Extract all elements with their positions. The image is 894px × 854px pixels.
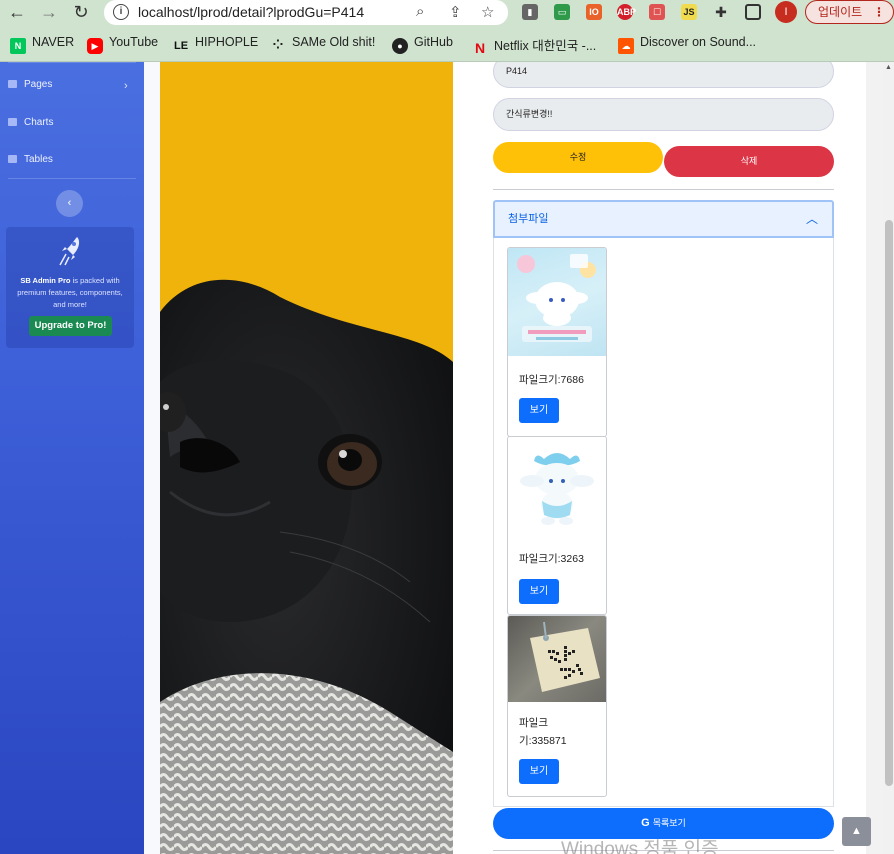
back-arrow-icon[interactable]: ← (6, 2, 28, 24)
bookmark-same-old[interactable]: ⁘ SAMe Old shit! (270, 35, 376, 53)
zoom-icon[interactable]: ⌕ (416, 3, 424, 20)
adblock-plus-icon[interactable]: ABP (617, 4, 636, 20)
youtube-icon: ▶ (87, 38, 103, 54)
table-icon (8, 155, 17, 163)
cinnamoroll-book-image (517, 254, 596, 342)
note-paper-thumbnail (508, 616, 606, 702)
bookmarks-bar: N NAVER ▶ YouTube LE HIPHOPLE ⁘ SAMe Old shi… (0, 26, 894, 62)
folder-icon (8, 80, 17, 88)
note-paper-image (530, 621, 600, 692)
sidebar-promo-card: SB Admin Pro is packed with premium feat… (6, 227, 134, 348)
file-card: 파일크기:7686 보기 (507, 247, 607, 437)
google-icon: G (641, 817, 650, 829)
pug-image (160, 62, 453, 854)
scrollbar[interactable]: ▲ (883, 62, 894, 854)
file-card: 파일크기:335871 보기 (507, 615, 607, 797)
puzzle-icon[interactable]: ✚ (713, 4, 729, 20)
promo-text: SB Admin Pro is packed with premium feat… (17, 276, 123, 309)
hiphople-icon: LE (173, 40, 189, 52)
sidebar-divider (8, 178, 136, 179)
extension-2-icon[interactable]: ▭ (554, 4, 570, 20)
file-size-label: 파일크기:3263 (519, 553, 584, 565)
attachments-title: 첨부파일 (508, 213, 549, 225)
reload-icon[interactable]: ↻ (70, 2, 92, 24)
cinnamoroll-plush-image (520, 453, 594, 525)
product-name-field[interactable]: 간식류변경!! (493, 98, 834, 131)
view-file-button[interactable]: 보기 (519, 579, 559, 604)
side-panel-icon[interactable] (745, 4, 761, 20)
sidebar-item-tables[interactable]: Tables (8, 154, 53, 165)
github-icon: ● (392, 38, 408, 54)
view-file-button[interactable]: 보기 (519, 398, 559, 423)
same-old-icon: ⁘ (272, 37, 284, 52)
address-bar[interactable]: i localhost/lprod/detail?lprodGu=P414 ⌕ … (104, 0, 508, 25)
delete-button[interactable]: 삭제 (664, 146, 834, 177)
js-extension-icon[interactable]: JS (681, 4, 697, 20)
scroll-up-arrow-icon[interactable]: ▲ (885, 64, 892, 71)
bookmark-star-icon[interactable]: ☆ (481, 3, 494, 21)
extension-1-icon[interactable]: ▮ (522, 4, 538, 20)
bookmark-youtube[interactable]: ▶ YouTube (87, 35, 158, 54)
naver-icon: N (10, 38, 26, 54)
chart-area-icon (8, 118, 17, 126)
file-size-label: 파일크기:335871 (519, 717, 567, 747)
extension-5-icon[interactable]: ☐ (649, 4, 665, 20)
pug-illustration (160, 279, 453, 854)
soundcloud-icon: ☁ (618, 38, 634, 54)
update-label: 업데이트 (818, 5, 863, 19)
divider (493, 189, 834, 190)
chevron-up-icon[interactable]: ︿ (806, 202, 818, 236)
file-card: 파일크기:3263 보기 (507, 436, 607, 615)
share-icon[interactable]: ⇪ (449, 3, 462, 21)
netflix-icon: N (474, 40, 486, 56)
file-size-label: 파일크기:7686 (519, 374, 584, 386)
site-info-icon[interactable]: i (113, 4, 129, 20)
view-file-button[interactable]: 보기 (519, 759, 559, 784)
sidebar-item-pages[interactable]: Pages (8, 79, 52, 90)
update-button[interactable]: 업데이트 ⋮ (805, 0, 894, 24)
bookmark-soundcloud[interactable]: ☁ Discover on Sound... (618, 35, 756, 54)
sidebar-item-charts[interactable]: Charts (8, 117, 53, 128)
url-text[interactable]: localhost/lprod/detail?lprodGu=P414 (138, 4, 364, 20)
attachments-accordion-header[interactable]: 첨부파일 ︿ (493, 200, 834, 238)
page-viewport: Pages › Charts Tables ‹ SB Admin Pro is … (0, 62, 894, 854)
sidebar-toggle-button[interactable]: ‹ (56, 190, 83, 217)
sidebar: Pages › Charts Tables ‹ SB Admin Pro is … (0, 62, 144, 854)
profile-avatar[interactable]: I (775, 1, 797, 23)
sidebar-divider (8, 62, 136, 63)
rocket-icon (59, 237, 80, 266)
browser-toolbar: ← → ↻ i localhost/lprod/detail?lprodGu=P… (0, 0, 894, 26)
cinnamoroll-plush-thumbnail (508, 437, 606, 535)
bookmark-naver[interactable]: N NAVER (10, 35, 74, 54)
scroll-to-top-button[interactable]: ▲ (842, 817, 871, 846)
menu-dots-icon[interactable]: ⋮ (873, 1, 885, 23)
windows-activation-watermark: Windows 정품 인증 (561, 839, 719, 854)
extension-3-icon[interactable]: IO (586, 4, 602, 20)
chevron-right-icon[interactable]: › (124, 80, 128, 92)
bookmark-github[interactable]: ● GitHub (392, 35, 453, 54)
edit-button[interactable]: 수정 (493, 142, 663, 173)
scroll-thumb[interactable] (885, 220, 893, 786)
bookmark-hiphople[interactable]: LE HIPHOPLE (173, 35, 258, 54)
product-code-field[interactable]: P414 (493, 62, 834, 88)
cinnamoroll-book-thumbnail (508, 248, 606, 356)
forward-arrow-icon[interactable]: → (38, 2, 60, 24)
upgrade-pro-button[interactable]: Upgrade to Pro! (29, 316, 112, 336)
list-view-label: 목록보기 (652, 818, 686, 828)
bookmark-netflix[interactable]: N Netflix 대한민국 -... (472, 35, 596, 56)
